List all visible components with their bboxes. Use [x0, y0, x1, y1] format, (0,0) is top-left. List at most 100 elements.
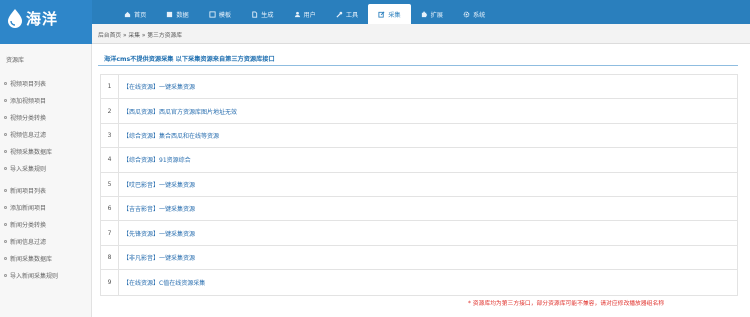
nav-generate[interactable]: 生成 [241, 4, 283, 24]
sidebar-item-video-category-convert[interactable]: 视频分类转换 [4, 112, 46, 122]
resource-link[interactable]: 【综合资源】91资源综合 [119, 155, 191, 164]
home-icon [124, 11, 131, 17]
main-menu: 首页 数据 模板 生成 用户 工具 采集 扩展 系统 [114, 4, 495, 24]
table-row: 7 【先锋资源】一键采集资源 [101, 221, 737, 246]
bullet-icon [4, 256, 7, 260]
nav-system[interactable]: 系统 [453, 4, 495, 24]
bullet-icon [4, 205, 7, 209]
nav-user[interactable]: 用户 [284, 4, 326, 24]
brand-logo[interactable]: 海洋 [0, 0, 92, 44]
edit-icon [378, 11, 385, 18]
nav-extend-label: 扩展 [430, 11, 443, 19]
resource-link[interactable]: 【在线资源】一键采集资源 [119, 82, 195, 91]
resource-notice: 海洋cms不提供资源采集 以下采集资源来自第三方资源库接口 [104, 56, 275, 63]
nav-home[interactable]: 首页 [114, 4, 156, 24]
sidebar-item-add-news-project[interactable]: 添加新闻项目 [4, 202, 46, 212]
table-row: 9 【在线资源】C值在线资源采集 [101, 270, 737, 295]
sidebar-item-import-rules[interactable]: 导入采集规则 [4, 163, 46, 173]
resource-link[interactable]: 【西瓜资源】西瓜官方资源库图片地址无效 [119, 107, 237, 116]
sidebar-item-label: 添加视频项目 [10, 97, 47, 105]
bullet-icon [4, 132, 7, 136]
nav-home-label: 首页 [134, 11, 147, 19]
resource-link[interactable]: 【先锋资源】一键采集资源 [119, 229, 195, 238]
table-row: 3 【综合资源】集合西瓜和在线等资源 [101, 123, 737, 149]
bullet-icon [4, 166, 7, 170]
row-number: 7 [101, 221, 119, 245]
sidebar-item-video-database[interactable]: 视频采集数据库 [4, 146, 52, 156]
template-icon [209, 10, 216, 18]
sidebar-item-label: 导入新闻采集规则 [10, 272, 59, 280]
sidebar-item-label: 新闻采集数据库 [10, 255, 53, 263]
sidebar-item-label: 视频采集数据库 [10, 148, 53, 156]
nav-system-label: 系统 [473, 11, 486, 19]
nav-extend[interactable]: 扩展 [411, 4, 453, 24]
row-number: 2 [101, 99, 119, 123]
sidebar-item-news-category-convert[interactable]: 新闻分类转换 [4, 219, 46, 229]
nav-user-label: 用户 [303, 11, 316, 19]
nav-collect[interactable]: 采集 [368, 4, 411, 24]
sidebar-item-news-database[interactable]: 新闻采集数据库 [4, 253, 52, 263]
table-row: 6 【吉吉影音】一键采集资源 [101, 196, 737, 222]
row-number: 8 [101, 245, 119, 270]
breadcrumb-bar [92, 24, 750, 44]
bullet-icon [4, 188, 7, 192]
sidebar-head-label: 资源库 [6, 56, 25, 64]
nav-tools-label: 工具 [345, 11, 359, 19]
nav-tools[interactable]: 工具 [326, 4, 368, 24]
sidebar-item-video-filter[interactable]: 视频信息过滤 [4, 129, 46, 139]
nav-generate-label: 生成 [261, 11, 274, 19]
sidebar-item-label: 添加新闻项目 [10, 204, 47, 212]
bullet-icon [4, 149, 7, 153]
row-number: 5 [101, 172, 119, 196]
sidebar-item-label: 新闻分类转换 [10, 221, 47, 229]
row-number: 9 [101, 270, 119, 295]
sidebar-item-label: 新闻项目列表 [10, 187, 47, 195]
sidebar-item-label: 视频项目列表 [10, 80, 47, 88]
sidebar-item-label: 新闻信息过滤 [10, 238, 47, 246]
table-row: 4 【综合资源】91资源综合 [101, 148, 737, 173]
sidebar-item-label: 导入采集规则 [10, 165, 47, 173]
resource-table: 1 【在线资源】一键采集资源 2 【西瓜资源】西瓜官方资源库图片地址无效 3 【… [100, 74, 738, 296]
table-row: 2 【西瓜资源】西瓜官方资源库图片地址无效 [101, 99, 737, 124]
sidebar-item-news-projects[interactable]: 新闻项目列表 [4, 185, 46, 195]
resource-link[interactable]: 【综合资源】集合西瓜和在线等资源 [119, 131, 219, 140]
table-row: 1 【在线资源】一键采集资源 [101, 75, 737, 100]
resource-link[interactable]: 【吉吉影音】一键采集资源 [119, 204, 195, 213]
nav-data[interactable]: 数据 [156, 4, 198, 24]
row-number: 1 [101, 75, 119, 99]
bullet-icon [4, 115, 7, 119]
nav-collect-label: 采集 [388, 11, 401, 19]
bullet-icon [4, 273, 7, 277]
drop-logo-icon [8, 9, 22, 28]
bullet-icon [4, 239, 7, 243]
breadcrumb[interactable]: 后台首页 » 采集 » 第三方资源库 [98, 30, 182, 39]
sidebar-item-label: 视频分类转换 [10, 114, 47, 122]
nav-data-label: 数据 [176, 11, 189, 19]
sidebar-head-resource-library[interactable]: 资源库 [6, 54, 24, 64]
row-number: 4 [101, 148, 119, 172]
bullet-icon [4, 81, 7, 85]
file-icon [252, 10, 258, 18]
resource-link[interactable]: 【非凡影音】一键采集资源 [119, 253, 195, 262]
notice-divider [98, 65, 738, 66]
compatibility-note: * 资源库均为第三方接口，部分资源库可能不兼容，请对应修改播放器组名称 [468, 301, 665, 307]
row-number: 3 [101, 123, 119, 148]
table-row: 5 【哎巴影音】一键采集资源 [101, 172, 737, 197]
user-icon [294, 11, 300, 17]
sidebar-item-news-filter[interactable]: 新闻信息过滤 [4, 236, 46, 246]
sidebar-item-add-video-project[interactable]: 添加视频项目 [4, 95, 46, 105]
puzzle-icon [421, 10, 427, 17]
table-row: 8 【非凡影音】一键采集资源 [101, 245, 737, 271]
resource-link[interactable]: 【在线资源】C值在线资源采集 [119, 278, 205, 287]
sidebar-item-import-news-rules[interactable]: 导入新闻采集规则 [4, 270, 58, 280]
sidebar-item-video-projects[interactable]: 视频项目列表 [4, 78, 46, 88]
sidebar-item-label: 视频信息过滤 [10, 131, 47, 139]
bullet-icon [4, 98, 7, 102]
nav-template[interactable]: 模板 [199, 4, 241, 24]
gear-icon [463, 11, 470, 17]
bullet-icon [4, 222, 7, 226]
nav-template-label: 模板 [218, 11, 232, 19]
resource-link[interactable]: 【哎巴影音】一键采集资源 [119, 180, 195, 189]
brand-name: 海洋 [26, 10, 59, 28]
wrench-icon [336, 11, 343, 18]
